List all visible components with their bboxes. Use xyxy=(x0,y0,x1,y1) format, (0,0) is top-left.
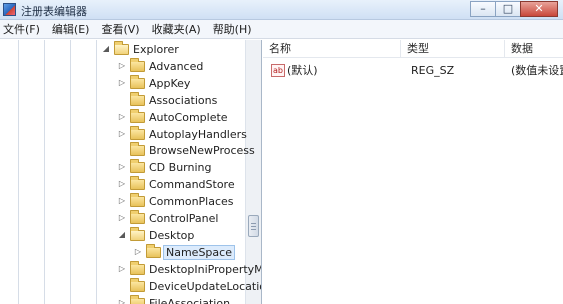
value-row[interactable]: ab (默认) REG_SZ (数值未设置 xyxy=(263,62,563,79)
folder-icon xyxy=(130,193,145,208)
menu-favorites[interactable]: 收藏夹(A) xyxy=(146,20,207,39)
regedit-app-icon xyxy=(3,3,16,16)
tree-item[interactable]: ▷ CD Burning xyxy=(0,159,245,176)
menu-bar: 文件(F) 编辑(E) 查看(V) 收藏夹(A) 帮助(H) xyxy=(0,20,563,39)
maximize-button[interactable]: □ xyxy=(495,1,521,17)
tree-item-label: Explorer xyxy=(133,43,179,56)
expand-arrow-icon[interactable]: ▷ xyxy=(118,162,126,172)
folder-icon xyxy=(130,142,145,157)
expand-arrow-icon[interactable]: ▷ xyxy=(118,112,126,122)
tree-item[interactable]: ▷ NameSpace xyxy=(0,243,245,261)
tree-item[interactable]: ▷ AutoComplete xyxy=(0,108,245,126)
value-data: (数值未设置 xyxy=(511,64,563,77)
close-icon: ✕ xyxy=(534,2,544,15)
tree-item-label: Desktop xyxy=(149,228,195,242)
tree-item-label: DesktopIniPropertyM xyxy=(149,262,262,276)
expand-arrow-icon[interactable]: ▷ xyxy=(118,78,126,88)
folder-icon xyxy=(130,277,145,292)
tree-item-label: NameSpace xyxy=(163,244,235,260)
collapse-arrow-icon[interactable]: ◢ xyxy=(118,230,126,240)
tree-item[interactable]: ▷ Advanced xyxy=(0,57,245,75)
close-button[interactable]: ✕ xyxy=(520,1,558,17)
grip-line xyxy=(251,226,256,227)
window-controls: – □ ✕ xyxy=(470,1,558,17)
tree-item[interactable]: ▷ AutoplayHandlers xyxy=(0,125,247,143)
expand-arrow-icon[interactable]: ▷ xyxy=(118,213,126,223)
tree-item[interactable]: DeviceUpdateLocatio xyxy=(0,277,261,295)
column-header-data[interactable]: 数据 xyxy=(505,40,563,58)
menu-view[interactable]: 查看(V) xyxy=(95,20,145,39)
expand-arrow-icon[interactable]: ▷ xyxy=(118,61,126,71)
tree-item-label: Advanced xyxy=(149,59,204,73)
folder-icon xyxy=(130,125,145,140)
reg-string-icon: ab xyxy=(271,64,285,77)
folder-icon xyxy=(130,210,145,224)
expand-arrow-icon[interactable]: ▷ xyxy=(118,179,126,189)
expand-arrow-icon[interactable]: ▷ xyxy=(118,264,126,274)
folder-icon xyxy=(130,57,145,72)
grip-line xyxy=(251,229,256,230)
tree-item[interactable]: ▷ DesktopIniPropertyM xyxy=(0,260,261,278)
minimize-icon: – xyxy=(480,2,486,15)
tree-item[interactable]: Associations xyxy=(0,91,245,109)
menu-edit[interactable]: 编辑(E) xyxy=(46,20,96,39)
tree-item-label: BrowseNewProcess xyxy=(149,144,255,158)
tree-item[interactable]: ◢ Explorer xyxy=(0,41,245,58)
minimize-button[interactable]: – xyxy=(470,1,496,17)
tree-item-label: Associations xyxy=(149,93,218,107)
title-bar: 注册表编辑器 – □ ✕ xyxy=(0,0,563,20)
tree-item-label: CD Burning xyxy=(149,161,212,175)
folder-icon xyxy=(130,74,145,89)
folder-icon xyxy=(146,243,161,258)
tree-item[interactable]: BrowseNewProcess xyxy=(0,142,255,159)
value-type: REG_SZ xyxy=(411,64,455,77)
tree-item[interactable]: ▷ CommonPlaces xyxy=(0,193,245,210)
folder-open-icon xyxy=(114,41,129,55)
registry-tree[interactable]: ◢ Explorer ▷ Advanced ▷ AppKey Associations ▷ Au… xyxy=(0,40,262,304)
column-header-type[interactable]: 类型 xyxy=(401,40,505,58)
list-header: 名称 类型 数据 xyxy=(263,40,563,58)
column-header-name[interactable]: 名称 xyxy=(263,40,401,58)
expand-arrow-icon[interactable]: ▷ xyxy=(118,196,126,206)
tree-item-label: FileAssociation xyxy=(149,296,231,304)
scrollbar-thumb[interactable] xyxy=(248,215,259,237)
folder-icon xyxy=(130,108,145,123)
folder-icon xyxy=(130,294,145,304)
menu-help[interactable]: 帮助(H) xyxy=(207,20,258,39)
tree-item[interactable]: ▷ ControlPanel xyxy=(0,210,245,227)
folder-icon xyxy=(130,176,145,191)
expand-arrow-icon[interactable]: ▷ xyxy=(118,129,126,139)
window-title: 注册表编辑器 xyxy=(21,5,87,18)
folder-open-icon xyxy=(130,226,145,241)
tree-item[interactable]: ◢ Desktop xyxy=(0,226,245,244)
folder-icon xyxy=(130,91,145,106)
value-name: (默认) xyxy=(287,64,318,77)
tree-item[interactable]: ▷ AppKey xyxy=(0,74,245,92)
tree-item-label: CommandStore xyxy=(149,178,235,192)
folder-icon xyxy=(130,159,145,174)
tree-item-label: ControlPanel xyxy=(149,212,219,225)
tree-item-label: DeviceUpdateLocatio xyxy=(149,279,262,293)
values-list[interactable]: 名称 类型 数据 ab (默认) REG_SZ (数值未设置 xyxy=(263,40,563,304)
maximize-icon: □ xyxy=(502,2,514,15)
tree-item-label: AppKey xyxy=(149,76,191,90)
tree-item-label: AutoComplete xyxy=(149,110,228,124)
tree-item-label: CommonPlaces xyxy=(149,195,234,209)
expand-arrow-icon[interactable]: ▷ xyxy=(118,298,126,304)
tree-item[interactable]: ▷ FileAssociation xyxy=(0,294,245,304)
collapse-arrow-icon[interactable]: ◢ xyxy=(102,44,110,54)
tree-item-label: AutoplayHandlers xyxy=(149,127,247,141)
expand-arrow-icon[interactable]: ▷ xyxy=(134,247,142,257)
tree-item[interactable]: ▷ CommandStore xyxy=(0,176,245,193)
menu-file[interactable]: 文件(F) xyxy=(0,20,46,39)
grip-line xyxy=(251,223,256,224)
folder-icon xyxy=(130,260,145,275)
